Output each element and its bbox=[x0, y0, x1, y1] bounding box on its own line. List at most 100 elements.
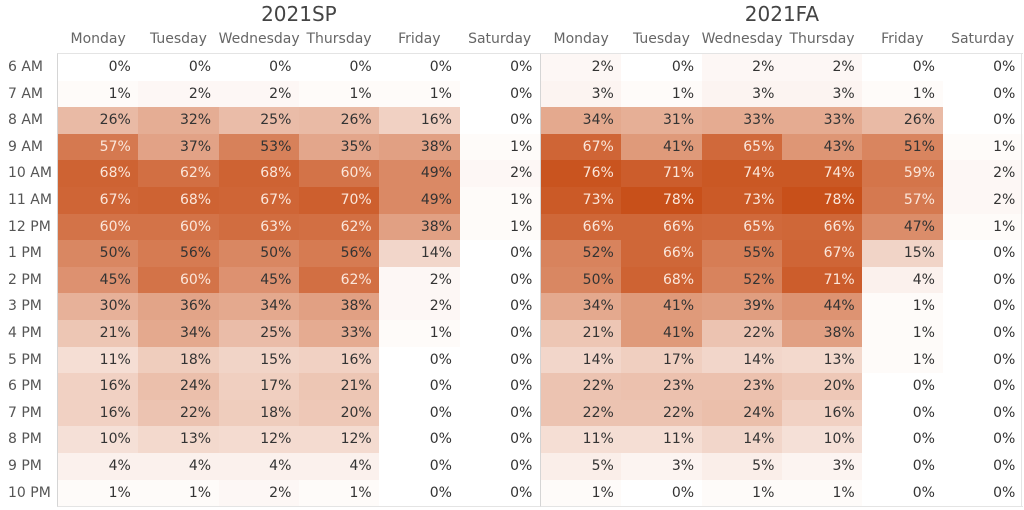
heatmap-cell: 60% bbox=[138, 266, 220, 294]
heatmap-cell: 16% bbox=[298, 346, 380, 374]
heatmap-cell: 16% bbox=[58, 373, 139, 400]
heatmap-cell: 1% bbox=[942, 213, 1024, 241]
heatmap-cell: 53% bbox=[218, 133, 300, 161]
heatmap-cell: 52% bbox=[541, 240, 622, 267]
heatmap-cell: 2% bbox=[138, 80, 220, 108]
heatmap-cell: 66% bbox=[781, 213, 863, 241]
heatmap-cell: 0% bbox=[862, 479, 943, 507]
heatmap-cell: 70% bbox=[298, 187, 380, 214]
heatmap-cell: 10% bbox=[781, 426, 863, 453]
heatmap-cell: 22% bbox=[701, 320, 783, 347]
column-header: Monday bbox=[70, 31, 126, 47]
row-label: 10 AM bbox=[8, 165, 52, 182]
heatmap-cell: 0% bbox=[379, 346, 460, 374]
column-header: Tuesday bbox=[632, 31, 690, 47]
heatmap-cell: 0% bbox=[942, 453, 1024, 480]
row-label: 12 PM bbox=[8, 218, 51, 235]
panel-title: 2021FA bbox=[744, 2, 820, 26]
heatmap-cell: 0% bbox=[942, 240, 1024, 267]
heatmap-cell: 67% bbox=[218, 187, 300, 214]
heatmap-cell: 0% bbox=[459, 293, 541, 320]
heatmap-cell: 22% bbox=[621, 399, 703, 427]
heatmap-cell: 67% bbox=[781, 240, 863, 267]
heatmap-cell: 0% bbox=[621, 54, 703, 81]
heatmap-cell: 0% bbox=[459, 399, 541, 427]
heatmap-cell: 0% bbox=[459, 346, 541, 374]
heatmap-cell: 2% bbox=[379, 266, 460, 294]
heatmap-cell: 0% bbox=[459, 426, 541, 453]
heatmap-cell: 16% bbox=[58, 399, 139, 427]
heatmap-cell: 16% bbox=[781, 399, 863, 427]
heatmap-cell: 37% bbox=[138, 133, 220, 161]
row-label: 8 PM bbox=[8, 431, 42, 448]
heatmap-cell: 57% bbox=[862, 187, 943, 214]
heatmap-cell: 45% bbox=[58, 266, 139, 294]
heatmap-cell: 12% bbox=[218, 426, 300, 453]
heatmap-cell: 34% bbox=[138, 320, 220, 347]
row-label: 9 AM bbox=[8, 138, 44, 155]
row-label: 8 AM bbox=[8, 112, 44, 129]
heatmap-cell: 11% bbox=[621, 426, 703, 453]
heatmap-cell: 1% bbox=[298, 80, 380, 108]
heatmap-cell: 41% bbox=[621, 133, 703, 161]
heatmap-cell: 13% bbox=[138, 426, 220, 453]
row-label: 11 AM bbox=[8, 192, 52, 208]
heatmap-cell: 4% bbox=[58, 453, 139, 480]
column-header: Friday bbox=[881, 31, 924, 47]
heatmap-cell: 26% bbox=[862, 107, 943, 134]
column-header: Saturday bbox=[951, 31, 1015, 47]
heatmap-cell: 0% bbox=[459, 54, 541, 81]
heatmap-cell: 1% bbox=[862, 80, 943, 108]
heatmap-cell: 74% bbox=[781, 160, 863, 187]
heatmap-cell: 65% bbox=[701, 213, 783, 241]
heatmap-cell: 0% bbox=[942, 346, 1024, 374]
heatmap-cell: 0% bbox=[58, 54, 139, 81]
heatmap-cell: 2% bbox=[781, 54, 863, 81]
heatmap-cell: 14% bbox=[701, 426, 783, 453]
heatmap-cell: 23% bbox=[621, 373, 703, 400]
heatmap-cell: 63% bbox=[218, 213, 300, 241]
heatmap-cell: 3% bbox=[541, 80, 622, 108]
heatmap-cell: 2% bbox=[541, 54, 622, 81]
heatmap-cell: 0% bbox=[862, 54, 943, 81]
heatmap-cell: 4% bbox=[298, 453, 380, 480]
heatmap-cell: 2% bbox=[942, 187, 1024, 214]
heatmap-cell: 0% bbox=[459, 240, 541, 267]
grid-border bbox=[1021, 53, 1022, 507]
heatmap-cell: 34% bbox=[541, 293, 622, 320]
heatmap-cell: 4% bbox=[862, 266, 943, 294]
heatmap-cell: 1% bbox=[862, 293, 943, 320]
heatmap-cell: 68% bbox=[621, 266, 703, 294]
heatmap-cell: 73% bbox=[541, 187, 622, 214]
heatmap-cell: 0% bbox=[942, 266, 1024, 294]
heatmap-cell: 21% bbox=[541, 320, 622, 347]
heatmap-cell: 10% bbox=[58, 426, 139, 453]
heatmap-cell: 3% bbox=[701, 80, 783, 108]
heatmap-cell: 52% bbox=[701, 266, 783, 294]
heatmap-cell: 11% bbox=[58, 346, 139, 374]
heatmap-cell: 0% bbox=[459, 373, 541, 400]
column-header: Tuesday bbox=[149, 31, 207, 47]
heatmap-cell: 20% bbox=[298, 399, 380, 427]
column-header: Wednesday bbox=[218, 31, 300, 47]
heatmap-cell: 26% bbox=[58, 107, 139, 134]
heatmap-cell: 0% bbox=[621, 479, 703, 507]
heatmap-cell: 66% bbox=[621, 240, 703, 267]
heatmap-cell: 56% bbox=[138, 240, 220, 267]
row-label: 2 PM bbox=[8, 271, 42, 288]
heatmap-cell: 3% bbox=[781, 453, 863, 480]
heatmap-cell: 47% bbox=[862, 213, 943, 241]
heatmap-cell: 0% bbox=[379, 399, 460, 427]
heatmap-cell: 60% bbox=[58, 213, 139, 241]
heatmap-cell: 18% bbox=[138, 346, 220, 374]
panel-title: 2021SP bbox=[261, 2, 337, 26]
heatmap-cell: 0% bbox=[379, 373, 460, 400]
heatmap-cell: 25% bbox=[218, 107, 300, 134]
row-label: 10 PM bbox=[8, 484, 51, 501]
heatmap-cell: 0% bbox=[138, 54, 220, 81]
column-header: Friday bbox=[398, 31, 441, 47]
heatmap-cell: 33% bbox=[701, 107, 783, 134]
heatmap-cell: 31% bbox=[621, 107, 703, 134]
heatmap-cell: 57% bbox=[58, 133, 139, 161]
heatmap-cell: 1% bbox=[862, 320, 943, 347]
